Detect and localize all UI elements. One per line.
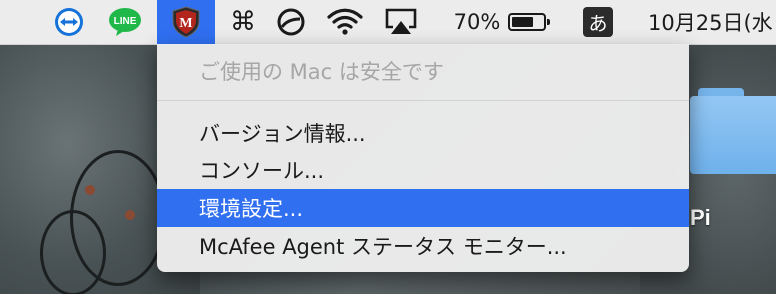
menu-item-preferences[interactable]: 環境設定... <box>157 189 689 227</box>
desktop-folder-icon[interactable] <box>690 88 776 176</box>
line-icon-label: LINE <box>114 16 137 27</box>
status-message: ご使用の Mac は安全です <box>199 60 444 84</box>
menu-item-agent-status-monitor[interactable]: McAfee Agent ステータス モニター... <box>157 227 689 265</box>
mcafee-dropdown-menu: ご使用の Mac は安全です バージョン情報... コンソール... 環境設定.… <box>157 44 689 272</box>
desktop-item-label[interactable]: Pi <box>690 205 711 231</box>
wifi-icon[interactable] <box>320 0 370 44</box>
battery-status[interactable]: 70% <box>444 0 556 44</box>
command-glyph: ⌘ <box>230 7 256 37</box>
mcafee-icon: M <box>172 6 200 38</box>
wallpaper-detail <box>125 210 135 220</box>
desktop-screen: Pi LINE M ⌘ 70% あ 10月25日(水 ご使用の Mac は安全で… <box>0 0 776 294</box>
clock[interactable]: 10月25日(水 <box>640 0 776 44</box>
date-text: 10月25日(水 <box>648 11 773 35</box>
airplay-icon[interactable] <box>378 0 424 44</box>
mcafee-menu-button[interactable]: M <box>157 0 215 44</box>
sync-icon[interactable] <box>270 0 312 44</box>
menu-item-about[interactable]: バージョン情報... <box>157 114 689 152</box>
battery-level <box>512 17 534 27</box>
battery-icon <box>508 13 551 31</box>
command-icon[interactable]: ⌘ <box>222 0 264 44</box>
input-method-label: あ <box>583 7 613 37</box>
mcafee-icon-label: M <box>179 16 192 31</box>
wallpaper-detail <box>85 185 95 195</box>
menu-bar: LINE M ⌘ 70% あ 10月25日(水 <box>0 0 776 45</box>
battery-percent: 70% <box>453 10 501 34</box>
wallpaper-wire <box>40 210 106 294</box>
teamviewer-icon[interactable] <box>46 0 92 44</box>
line-icon[interactable]: LINE <box>102 0 148 44</box>
input-method-indicator[interactable]: あ <box>580 0 616 44</box>
menu-separator <box>157 100 689 101</box>
menu-item-console[interactable]: コンソール... <box>157 151 689 189</box>
